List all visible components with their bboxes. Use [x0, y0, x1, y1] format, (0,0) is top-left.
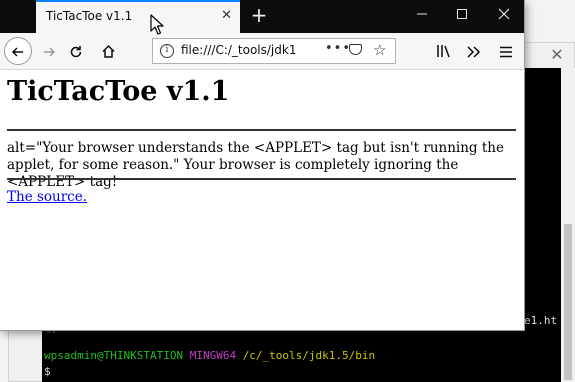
overflow-icon — [467, 45, 481, 58]
terminal-partial-text: e1.ht — [524, 314, 558, 327]
terminal-scrollbar-thumb[interactable] — [564, 224, 572, 380]
forward-button[interactable] — [35, 37, 63, 65]
browser-window: TicTacToe v1.1 ✕ + i file:///C:/_tools/j… — [0, 0, 525, 331]
home-icon — [101, 44, 115, 58]
library-icon — [437, 45, 450, 58]
tab-bar: TicTacToe v1.1 ✕ + — [0, 0, 524, 33]
info-icon[interactable]: i — [160, 44, 174, 58]
url-fade — [293, 41, 321, 61]
tab-title: TicTacToe v1.1 — [46, 9, 133, 23]
reload-button[interactable] — [62, 37, 90, 65]
maximize-icon — [457, 9, 467, 19]
page-content: TicTacToe v1.1 alt="Your browser underst… — [0, 70, 524, 330]
url-bar[interactable]: i file:///C:/_tools/jdk1 ••• ☆ — [152, 38, 396, 64]
tab-tictactoe[interactable]: TicTacToe v1.1 ✕ — [36, 0, 240, 33]
minimize-button[interactable] — [402, 0, 442, 33]
new-tab-button[interactable]: + — [248, 4, 270, 26]
prompt-dollar: $ — [44, 365, 51, 378]
maximize-button[interactable] — [442, 0, 482, 33]
pocket-icon[interactable] — [349, 44, 362, 55]
home-button[interactable] — [94, 37, 122, 65]
overflow-button[interactable] — [460, 37, 488, 65]
close-icon — [498, 8, 510, 20]
tab-close-icon[interactable]: ✕ — [221, 8, 232, 23]
terminal-close-button[interactable]: ✕ — [544, 45, 570, 65]
terminal-prompt: wpsadmin@THINKSTATION MINGW64 /c/_tools/… — [44, 349, 375, 362]
mouse-cursor-icon — [150, 14, 164, 35]
horizontal-rule-bottom — [7, 178, 516, 180]
terminal-scrollbar[interactable] — [561, 68, 575, 382]
back-arrow-icon — [11, 46, 23, 57]
star-icon[interactable]: ☆ — [373, 41, 386, 59]
hamburger-menu-button[interactable] — [492, 37, 520, 65]
forward-arrow-icon — [44, 46, 56, 57]
prompt-user: wpsadmin@THINKSTATION — [44, 349, 184, 362]
minimize-icon — [417, 13, 427, 15]
horizontal-rule-top — [7, 129, 516, 131]
page-title: TicTacToe v1.1 — [7, 76, 230, 107]
reload-icon — [70, 45, 82, 57]
prompt-env: MINGW64 — [189, 349, 237, 362]
back-button[interactable] — [4, 37, 32, 65]
applet-alt-text: alt="Your browser understands the <APPLE… — [7, 140, 504, 190]
window-close-button[interactable] — [484, 0, 524, 33]
page-actions-button[interactable]: ••• — [325, 41, 351, 56]
terminal-tick-marks: "" — [46, 330, 57, 340]
library-button[interactable] — [430, 37, 458, 65]
hamburger-menu-icon — [500, 46, 512, 57]
prompt-path: /c/_tools/jdk1.5/bin — [242, 349, 376, 362]
navigation-toolbar: i file:///C:/_tools/jdk1 ••• ☆ — [0, 33, 524, 70]
source-link[interactable]: The source. — [7, 189, 87, 205]
